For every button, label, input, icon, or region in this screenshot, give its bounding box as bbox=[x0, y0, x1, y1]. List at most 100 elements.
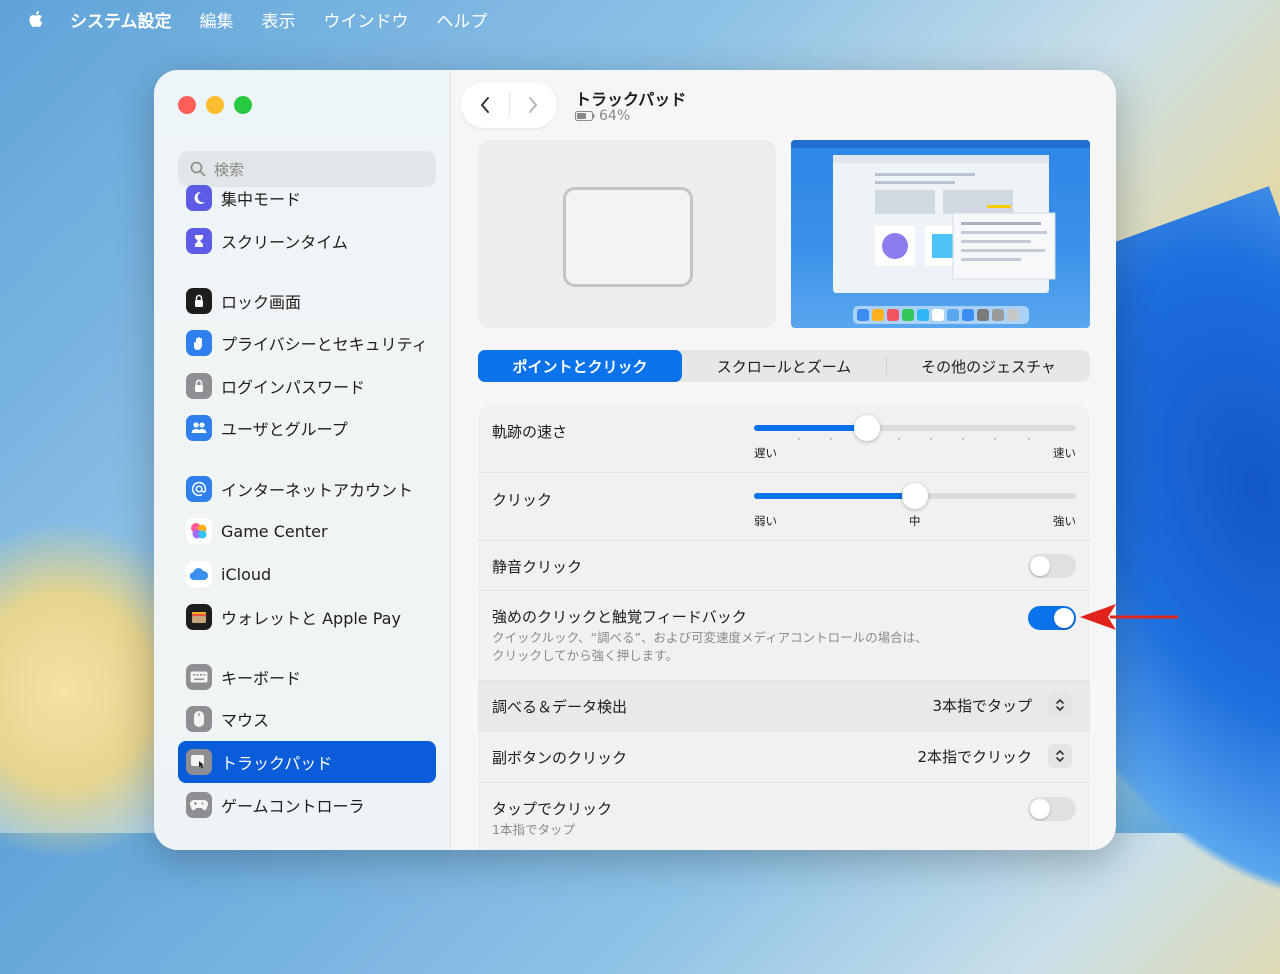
sidebar-item-login-password[interactable]: ログインパスワード bbox=[178, 366, 436, 406]
toggle-knob bbox=[1030, 799, 1050, 819]
trackpad-illustration bbox=[563, 187, 693, 287]
sidebar-item-keyboard[interactable]: キーボード bbox=[178, 657, 436, 697]
menu-app-name[interactable]: システム設定 bbox=[70, 7, 172, 32]
secondary-click-row: 副ボタンのクリック 2本指でクリック bbox=[478, 732, 1090, 783]
hand-icon bbox=[186, 330, 212, 356]
sidebar-item-label: マウス bbox=[221, 711, 270, 730]
minimize-button[interactable] bbox=[206, 96, 224, 114]
force-click-description-1: クイックルック、“調べる”、および可変速度メディアコントロールの場合は、 bbox=[492, 630, 928, 645]
preview-illustration bbox=[791, 140, 1090, 324]
forward-button[interactable] bbox=[509, 82, 557, 128]
menu-view[interactable]: 表示 bbox=[262, 7, 296, 32]
chevron-right-icon bbox=[529, 97, 538, 113]
tab-more-gestures[interactable]: その他のジェスチャ bbox=[887, 350, 1090, 382]
game-center-icon bbox=[186, 518, 212, 544]
slider-tick bbox=[994, 438, 996, 440]
lock-icon bbox=[186, 373, 212, 399]
sidebar-item-screen-time[interactable]: スクリーンタイム bbox=[178, 221, 436, 261]
sidebar-item-mouse[interactable]: マウス bbox=[178, 699, 436, 739]
close-button[interactable] bbox=[178, 96, 196, 114]
sidebar-item-label: 集中モード bbox=[221, 190, 302, 209]
sidebar: 検索 集中モード スクリーンタイム ロック画面 プライバシーとセキュリティ ログ… bbox=[154, 70, 451, 850]
lookup-label: 調べる＆データ検出 bbox=[492, 698, 628, 716]
slider-tick bbox=[962, 438, 964, 440]
lookup-row[interactable]: 調べる＆データ検出 3本指でタップ bbox=[478, 681, 1090, 732]
lookup-popup[interactable]: 3本指でタップ bbox=[932, 693, 1072, 717]
force-click-label: 強めのクリックと触覚フィードバック bbox=[492, 608, 747, 626]
gesture-video-preview bbox=[791, 140, 1090, 328]
toggle-knob bbox=[1054, 608, 1074, 628]
trackpad-preview bbox=[478, 140, 776, 328]
sidebar-item-users[interactable]: ユーザとグループ bbox=[178, 408, 436, 448]
slider-tick bbox=[830, 438, 832, 440]
click-row: クリック 弱い 中 強い bbox=[478, 473, 1090, 541]
sidebar-item-label: ロック画面 bbox=[221, 293, 302, 312]
settings-window: 検索 集中モード スクリーンタイム ロック画面 プライバシーとセキュリティ ログ… bbox=[154, 70, 1116, 850]
sidebar-item-internet-accounts[interactable]: インターネットアカウント bbox=[178, 469, 436, 509]
hourglass-icon bbox=[186, 228, 212, 254]
sidebar-item-icloud[interactable]: iCloud bbox=[178, 554, 436, 594]
chevron-up-down-icon bbox=[1048, 744, 1072, 768]
cloud-icon bbox=[186, 561, 212, 587]
battery-icon bbox=[575, 111, 595, 121]
slider-fill bbox=[754, 493, 915, 499]
settings-card: 軌跡の速さ 遅い 速い クリック 弱い 中 強い 静音クリック 強めのクリックと… bbox=[478, 406, 1090, 850]
slider-fill bbox=[754, 425, 867, 431]
tap-to-click-label: タップでクリック bbox=[492, 800, 613, 818]
sidebar-item-label: ウォレットと Apple Pay bbox=[221, 609, 401, 628]
slider-min-label: 遅い bbox=[754, 446, 777, 460]
force-click-row: 強めのクリックと触覚フィードバック クイックルック、“調べる”、および可変速度メ… bbox=[478, 591, 1090, 681]
slider-tick bbox=[1028, 438, 1030, 440]
apple-icon[interactable] bbox=[26, 9, 46, 29]
sidebar-item-label: iCloud bbox=[221, 564, 272, 584]
menu-bar: システム設定 編集 表示 ウインドウ ヘルプ bbox=[0, 0, 1280, 38]
tab-bar: ポイントとクリック スクロールとズーム その他のジェスチャ bbox=[478, 350, 1090, 382]
sidebar-item-privacy[interactable]: プライバシーとセキュリティ bbox=[178, 323, 436, 363]
slider-tick bbox=[930, 438, 932, 440]
slider-knob[interactable] bbox=[902, 483, 928, 509]
zoom-button[interactable] bbox=[234, 96, 252, 114]
secondary-click-popup[interactable]: 2本指でクリック bbox=[917, 744, 1072, 768]
wallet-icon bbox=[186, 604, 212, 630]
at-icon bbox=[186, 476, 212, 502]
force-click-toggle[interactable] bbox=[1028, 606, 1076, 630]
back-button[interactable] bbox=[461, 82, 509, 128]
silent-click-toggle[interactable] bbox=[1028, 554, 1076, 578]
slider-tick bbox=[798, 438, 800, 440]
sidebar-item-label: Game Center bbox=[221, 521, 328, 541]
menu-edit[interactable]: 編集 bbox=[200, 7, 234, 32]
menu-window[interactable]: ウインドウ bbox=[324, 7, 409, 32]
chevron-up-down-icon bbox=[1048, 693, 1072, 717]
sidebar-item-label: プライバシーとセキュリティ bbox=[221, 335, 428, 354]
secondary-click-value: 2本指でクリック bbox=[917, 747, 1032, 766]
tracking-speed-row: 軌跡の速さ 遅い 速い bbox=[478, 406, 1090, 473]
sidebar-item-focus[interactable]: 集中モード bbox=[178, 178, 436, 218]
sidebar-item-label: トラックパッド bbox=[221, 754, 333, 773]
slider-mid-label: 中 bbox=[909, 514, 921, 528]
sidebar-item-trackpad[interactable]: トラックパッド bbox=[178, 741, 436, 783]
sidebar-item-label: ログインパスワード bbox=[221, 378, 366, 397]
tap-to-click-toggle[interactable] bbox=[1028, 797, 1076, 821]
toggle-knob bbox=[1030, 556, 1050, 576]
moon-icon bbox=[186, 185, 212, 211]
lookup-value: 3本指でタップ bbox=[932, 696, 1032, 715]
tab-point-click[interactable]: ポイントとクリック bbox=[478, 350, 682, 382]
menu-help[interactable]: ヘルプ bbox=[437, 7, 488, 32]
main-pane: トラックパッド 64% ポイントとクリック スクロールとズーム その他のジェスチ… bbox=[451, 70, 1116, 850]
keyboard-icon bbox=[186, 664, 212, 690]
slider-knob[interactable] bbox=[853, 415, 880, 441]
slider-max-label: 強い bbox=[1053, 514, 1076, 528]
sidebar-item-label: キーボード bbox=[221, 669, 302, 688]
sidebar-item-wallet[interactable]: ウォレットと Apple Pay bbox=[178, 597, 436, 637]
silent-click-label: 静音クリック bbox=[492, 558, 583, 576]
tap-to-click-row: タップでクリック 1本指でタップ bbox=[478, 783, 1090, 850]
sidebar-item-game-controller[interactable]: ゲームコントローラ bbox=[178, 785, 436, 825]
sidebar-item-game-center[interactable]: Game Center bbox=[178, 511, 436, 551]
window-controls bbox=[178, 96, 252, 114]
tab-scroll-zoom[interactable]: スクロールとズーム bbox=[682, 350, 886, 382]
sidebar-item-lock-screen[interactable]: ロック画面 bbox=[178, 281, 436, 321]
page-title: トラックパッド bbox=[575, 90, 687, 109]
sidebar-item-label: ゲームコントローラ bbox=[221, 797, 365, 816]
battery-percent: 64% bbox=[599, 108, 631, 124]
trackpad-icon bbox=[186, 749, 212, 775]
